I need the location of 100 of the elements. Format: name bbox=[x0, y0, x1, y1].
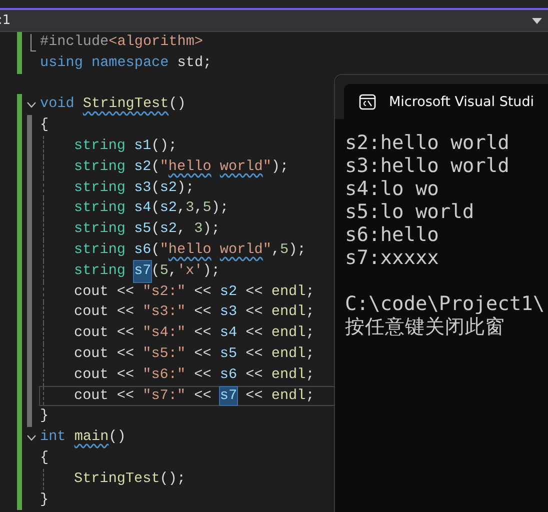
terminal-icon bbox=[359, 94, 376, 110]
code-token: StringTest bbox=[82, 95, 169, 114]
code-token: , bbox=[194, 199, 203, 218]
code-token: int bbox=[40, 428, 67, 448]
code-token: ; bbox=[306, 344, 314, 364]
code-token: endl bbox=[271, 366, 306, 385]
code-token: endl bbox=[271, 386, 306, 406]
code-token: endl bbox=[271, 324, 306, 344]
code-token: , bbox=[168, 262, 178, 281]
code-token: << bbox=[193, 386, 212, 406]
code-token: ( bbox=[151, 240, 160, 260]
code-token: endl bbox=[271, 282, 306, 302]
code-token: string bbox=[74, 240, 126, 260]
code-token: , bbox=[177, 199, 186, 218]
code-token: s5 bbox=[220, 344, 238, 364]
caret-icon[interactable] bbox=[532, 18, 542, 24]
code-token: (); bbox=[160, 470, 186, 489]
code-token: main bbox=[74, 428, 109, 448]
code-token: "s7:" bbox=[142, 386, 186, 406]
code-token: s2 bbox=[160, 199, 177, 218]
code-token: cout << bbox=[74, 282, 136, 302]
code-token: ( bbox=[151, 262, 160, 281]
code-token: cout << bbox=[74, 324, 136, 344]
code-token: ( bbox=[151, 178, 160, 198]
code-token: << bbox=[244, 303, 264, 322]
code-token: s3 bbox=[134, 178, 152, 198]
code-token: endl bbox=[271, 303, 306, 322]
console-title: Microsoft Visual Studi bbox=[389, 94, 534, 110]
code-token: s2 bbox=[134, 158, 152, 177]
code-token: #include bbox=[40, 33, 109, 52]
code-token: hello world bbox=[168, 240, 263, 260]
code-token: s6 bbox=[134, 240, 152, 260]
console-output-line: s2:hello world bbox=[345, 131, 510, 154]
code-token: ( bbox=[151, 220, 160, 240]
code-token: 3 bbox=[186, 199, 194, 218]
code-token: string bbox=[74, 136, 126, 156]
code-token: ; bbox=[306, 386, 314, 406]
code-token: ; bbox=[306, 282, 314, 302]
code-token: " bbox=[160, 240, 168, 260]
code-token: ; bbox=[306, 303, 314, 322]
collapse-chevron-icon[interactable] bbox=[27, 102, 36, 108]
code-token: string bbox=[74, 199, 126, 218]
code-token: } bbox=[40, 407, 49, 426]
code-token: string bbox=[74, 220, 126, 240]
code-token: 5 bbox=[160, 262, 168, 281]
code-token: { bbox=[40, 448, 49, 468]
code-token: s2 bbox=[220, 282, 238, 302]
code-token: ); bbox=[177, 178, 194, 198]
code-token: << bbox=[193, 303, 212, 322]
code-token: s5 bbox=[134, 220, 152, 240]
code-token: () bbox=[168, 95, 186, 114]
code-token: , bbox=[177, 220, 187, 240]
console-output-line: s5:lo world bbox=[345, 200, 474, 223]
console-output-line: C:\code\Project1\ bbox=[345, 292, 545, 315]
code-token: cout << bbox=[74, 386, 136, 406]
code-token: << bbox=[244, 324, 264, 344]
code-token: " bbox=[262, 158, 272, 177]
code-token: ( bbox=[151, 199, 160, 218]
code-token: << bbox=[244, 344, 264, 364]
code-token: cout << bbox=[74, 366, 136, 385]
code-token: string bbox=[74, 262, 126, 281]
highlighted-identifier: s7 bbox=[220, 386, 238, 406]
code-token: << bbox=[244, 386, 264, 406]
code-token: 'x' bbox=[177, 262, 203, 281]
code-token: s3 bbox=[220, 303, 238, 322]
code-token: << bbox=[193, 366, 212, 385]
code-token: ); bbox=[202, 220, 220, 240]
console-output-line: s6:hello bbox=[345, 223, 439, 246]
code-token: StringTest bbox=[74, 470, 160, 489]
code-token: ; bbox=[306, 324, 314, 344]
code-token: hello world bbox=[168, 158, 263, 177]
code-token: (); bbox=[151, 136, 177, 156]
console-output-line: s3:hello world bbox=[345, 154, 510, 177]
code-token: } bbox=[40, 490, 49, 510]
code-token: << bbox=[193, 324, 212, 344]
code-token: { bbox=[40, 116, 49, 136]
code-token: ); bbox=[271, 158, 289, 177]
console-output-line: 按任意键关闭此窗 bbox=[345, 315, 505, 338]
code-token: "s3:" bbox=[142, 303, 186, 322]
collapse-chevron-icon[interactable] bbox=[27, 435, 36, 442]
console-output-line: s7:xxxxx bbox=[345, 246, 439, 269]
code-token: 3 bbox=[194, 220, 203, 240]
console-tab[interactable]: Microsoft Visual Studi bbox=[344, 84, 548, 119]
code-token: << bbox=[244, 366, 264, 385]
code-token: s6 bbox=[220, 366, 238, 385]
code-token: "s4:" bbox=[142, 324, 186, 344]
code-token: 5 bbox=[202, 199, 212, 218]
code-token: using bbox=[40, 54, 84, 73]
code-token: ); bbox=[211, 199, 229, 218]
code-token: <algorithm> bbox=[108, 33, 204, 52]
code-token: () bbox=[108, 428, 126, 448]
code-token: s1 bbox=[134, 136, 152, 156]
code-token: endl bbox=[271, 344, 306, 364]
code-token: " bbox=[160, 158, 168, 177]
code-token: ( bbox=[151, 158, 160, 177]
code-token: 5 bbox=[280, 240, 289, 260]
code-token: string bbox=[74, 178, 126, 198]
code-token: namespace bbox=[91, 54, 169, 73]
code-token: void bbox=[40, 95, 76, 114]
code-token: string bbox=[74, 158, 126, 177]
